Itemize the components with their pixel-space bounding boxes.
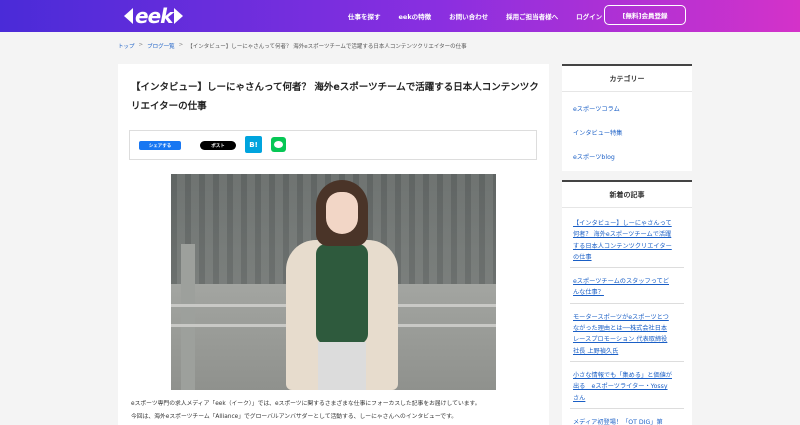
register-button[interactable]: [無料]会員登録 [604, 5, 686, 25]
article-paragraph: eスポーツ専門の求人メディア「eek（イーク）」では、eスポーツに関するさまざま… [131, 401, 481, 407]
new-article-line: する日本人コンテンツクリエイター [573, 242, 672, 250]
new-article-link[interactable]: eスポーツチームのスタッフってど んな仕事？ [562, 276, 692, 299]
facebook-share-button[interactable]: シェアする [139, 141, 181, 150]
person-sweater [316, 244, 368, 344]
interview-photo [171, 174, 496, 390]
logo-chevron-right-icon [174, 8, 184, 24]
new-article-link[interactable]: メディア初登場！「OT DIG」第 [562, 417, 692, 425]
category-link-column[interactable]: eスポーツコラム [562, 96, 692, 120]
facebook-share-label: シェアする [148, 143, 172, 149]
new-article-line: さん [573, 394, 586, 402]
new-article-line: 社長 上野禎久氏 [573, 347, 619, 355]
breadcrumb-separator: > [178, 42, 184, 48]
hatena-bookmark-button[interactable]: B! [245, 136, 262, 153]
breadcrumb-blog-list[interactable]: ブログ一覧 [147, 42, 175, 50]
sidebar-categories: カテゴリー eスポーツコラム インタビュー特集 eスポーツblog [562, 64, 692, 171]
new-article-line: 出る eスポーツライター・Yossy [573, 383, 668, 391]
divider [570, 267, 684, 269]
new-article-line: eスポーツチームのスタッフってど [573, 278, 669, 286]
article-title: 【インタビュー】しーにゃさんって何者？ 海外eスポーツチームで活躍する日本人コン… [131, 82, 539, 112]
article-body: eスポーツ専門の求人メディア「eek（イーク）」では、eスポーツに関するさまざま… [131, 398, 541, 423]
logo-chevron-left-icon [124, 8, 133, 24]
photo-person [266, 174, 416, 390]
breadcrumb: トップ > ブログ一覧 > 【インタビュー】しーにゃさんって何者？ 海外eスポー… [118, 42, 467, 50]
category-link-interview[interactable]: インタビュー特集 [562, 120, 692, 144]
new-articles-heading: 新着の記事 [562, 180, 692, 208]
new-article-line: モータースポーツがeスポーツとつ [573, 313, 669, 321]
article-card: 【インタビュー】しーにゃさんって何者？ 海外eスポーツチームで活躍する日本人コン… [118, 64, 549, 425]
nav-login[interactable]: ログイン [576, 11, 602, 21]
nav-find-jobs[interactable]: 仕事を探す [348, 11, 381, 21]
main-nav: 仕事を探す eekの特徴 お問い合わせ 採用ご担当者様へ ログイン [348, 0, 620, 32]
new-article-line: メディア初登場！「OT DIG」第 [573, 418, 663, 425]
x-post-label: ポスト [211, 143, 225, 149]
breadcrumb-separator: > [138, 42, 144, 48]
person-face [326, 192, 358, 234]
new-article-line: ながった理由とは──株式会社日本 [573, 325, 668, 333]
new-article-line: 【インタビュー】しーにゃさんって [573, 220, 672, 227]
new-article-line: 何者？ 海外eスポーツチームで活躍 [573, 231, 672, 239]
categories-heading: カテゴリー [562, 64, 692, 92]
breadcrumb-top[interactable]: トップ [118, 42, 135, 50]
new-article-line: 小さな情報でも「集める」と価値が [573, 371, 672, 379]
new-article-link[interactable]: 小さな情報でも「集める」と価値が 出る eスポーツライター・Yossy さん [562, 370, 692, 404]
site-header: eek 仕事を探す eekの特徴 お問い合わせ 採用ご担当者様へ ログイン [無… [0, 0, 800, 32]
article-paragraph: 今回は、海外eスポーツチーム「Alliance」でグローバルアンバサダーとして活… [131, 413, 458, 420]
logo-text: eek [135, 4, 173, 28]
new-article-line: レースプロモーション 代表取締役 [573, 336, 668, 344]
nav-features[interactable]: eekの特徴 [399, 11, 432, 21]
new-article-line: んな仕事？ [573, 289, 604, 297]
photo-pillar [181, 244, 195, 390]
divider [570, 302, 684, 304]
sidebar-new-articles: 新着の記事 【インタビュー】しーにゃさんって 何者？ 海外eスポーツチームで活躍… [562, 180, 692, 425]
nav-contact[interactable]: お問い合わせ [449, 11, 488, 21]
category-link-blog[interactable]: eスポーツblog [562, 144, 692, 168]
nav-recruiters[interactable]: 採用ご担当者様へ [506, 11, 558, 21]
person-pants [318, 342, 366, 390]
divider [570, 360, 684, 362]
breadcrumb-current: 【インタビュー】しーにゃさんって何者？ 海外eスポーツチームで活躍する日本人コン… [187, 44, 467, 50]
share-buttons: シェアする ポスト B! [129, 130, 537, 160]
new-article-link[interactable]: モータースポーツがeスポーツとつ ながった理由とは──株式会社日本 レースプロモ… [562, 312, 692, 357]
line-share-icon[interactable] [271, 137, 286, 152]
eek-logo[interactable]: eek [124, 4, 184, 28]
new-article-line: の仕事 [573, 253, 592, 261]
divider [570, 407, 684, 409]
new-article-link[interactable]: 【インタビュー】しーにゃさんって 何者？ 海外eスポーツチームで活躍 する日本人… [562, 218, 692, 263]
x-post-button[interactable]: ポスト [200, 141, 236, 150]
